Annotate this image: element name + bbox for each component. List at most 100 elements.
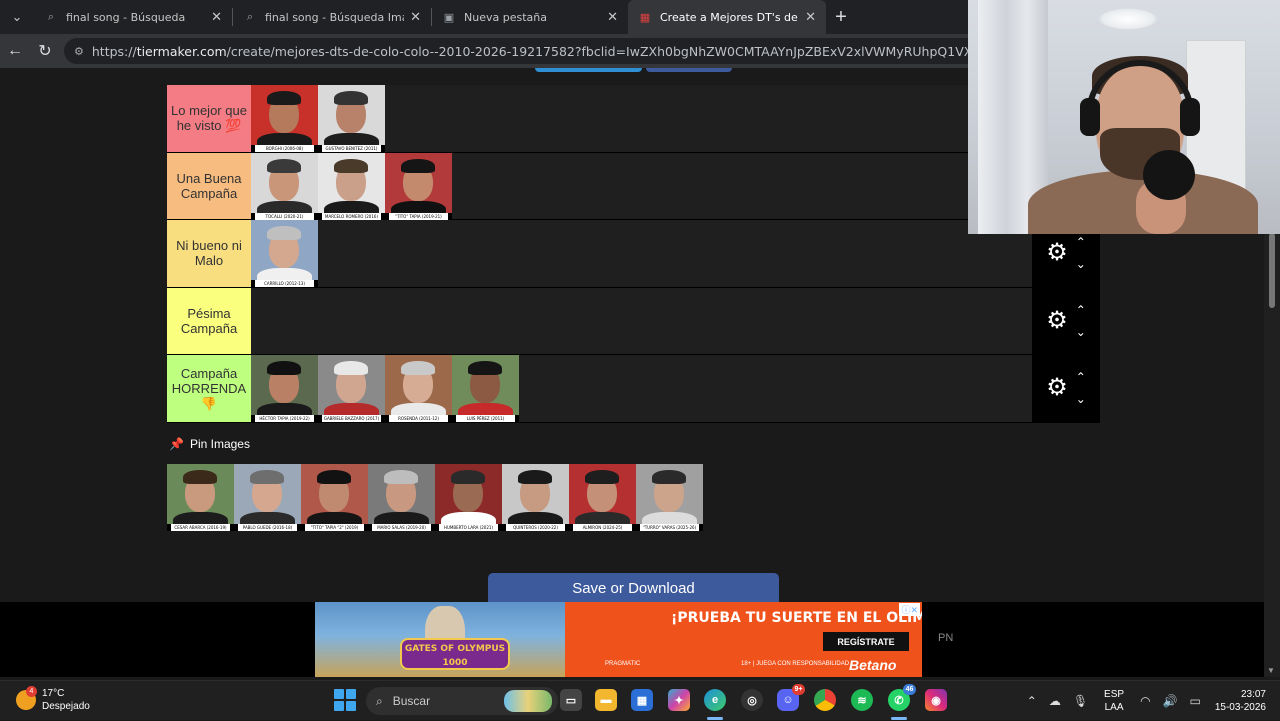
file-explorer-icon[interactable]: ▬ (595, 689, 617, 711)
close-tab-icon[interactable]: ✕ (607, 10, 618, 25)
obs-icon[interactable]: ◎ (741, 689, 763, 711)
coach-caption: MARCELO ROMERO (2016) (318, 212, 385, 220)
chevron-up-icon[interactable]: ⌃ (1076, 304, 1086, 316)
browser-tab-3[interactable]: ▣ Nueva pestaña ✕ (432, 0, 628, 34)
copilot-icon[interactable]: ✦ (668, 689, 690, 711)
windows-start-icon[interactable] (334, 689, 356, 711)
pin-images-header: 📌 Pin Images (169, 437, 250, 451)
coach-image-card[interactable]: GABRIELE BAZZARO (2017) (318, 355, 385, 422)
save-or-download-button[interactable]: Save or Download (488, 573, 779, 602)
coach-caption: HÉCTOR TAPIA (2019-22) (251, 415, 318, 422)
coach-image-card[interactable]: "TITO" TAPIA "2" (2019) (301, 464, 368, 531)
whatsapp-icon[interactable]: ✆ 46 (888, 684, 916, 711)
weather-badge: 4 (26, 686, 37, 697)
search-icon: ⌕ (246, 10, 254, 23)
pin-images-title: Pin Images (189, 437, 250, 451)
coach-image-card[interactable]: PABLO GUEDE (2016-18) (234, 464, 301, 531)
page-icon: ▣ (443, 10, 455, 24)
coach-image-card[interactable]: GUSTAVO BENITEZ (2011) (318, 85, 385, 152)
chrome-icon[interactable] (814, 689, 836, 711)
photo-hair (451, 470, 485, 484)
onedrive-cloud-icon[interactable]: ☁ (1049, 694, 1061, 708)
tab-search-dropdown-icon[interactable]: ⌄ (0, 0, 34, 34)
coach-image-card[interactable]: MARCELO ROMERO (2016) (318, 152, 385, 220)
coach-image-card[interactable]: "TITO" TAPIA (2019-21) (385, 152, 452, 220)
url-input[interactable]: ⚙ https://tiermaker.com/create/mejores-d… (64, 38, 1064, 64)
chevron-down-icon[interactable]: ⌄ (1076, 393, 1086, 405)
reload-icon[interactable]: ↻ (30, 41, 60, 61)
weather-widget[interactable]: 4 17°C Despejado (16, 686, 90, 713)
tier-items-dropzone[interactable] (251, 287, 1032, 354)
coach-image-card[interactable]: ALMIRON (2024-25) (569, 464, 636, 531)
chevron-down-icon[interactable]: ⌄ (1076, 326, 1086, 338)
ad-fine-print: 18+ | JUEGA CON RESPONSABILIDAD (741, 661, 850, 667)
chevron-up-icon[interactable]: ⌃ (1076, 371, 1086, 383)
gear-icon[interactable]: ⚙ (1046, 308, 1068, 333)
gear-icon[interactable]: ⚙ (1046, 376, 1068, 400)
top-button-edge[interactable] (646, 68, 732, 72)
wifi-icon[interactable]: ◠ (1140, 694, 1150, 708)
chevron-up-icon[interactable]: ⌃ (1027, 694, 1037, 708)
ad-brand: Betano (849, 657, 897, 673)
coach-image-card[interactable]: "TURRO" VARAS (2025-26) (636, 464, 703, 531)
coach-image-card[interactable]: TOCALLI (2020-21) (251, 152, 318, 220)
coach-image-card[interactable]: BORGHI (2006-08) (251, 85, 318, 152)
tier-row: Ni bueno ni Malo CARRILLO (2012-13) ⚙ ⌃ ⌄ (167, 220, 1100, 288)
tier-label[interactable]: Pésima Campaña (167, 287, 251, 354)
coach-image-card[interactable]: QUINTEROS (2020-22) (502, 464, 569, 531)
instagram-icon[interactable]: ◉ (925, 689, 947, 711)
tier-row: Campaña HORRENDA 👎 HÉCTOR TAPIA (2019-22)… (167, 355, 1100, 423)
tier-label[interactable]: Campaña HORRENDA 👎 (167, 355, 251, 422)
volume-icon[interactable]: 🔊 (1163, 694, 1178, 708)
task-view-icon[interactable]: ▭ (560, 689, 582, 711)
browser-tab-1[interactable]: ⌕ final song - Búsqueda ✕ (34, 0, 232, 34)
coach-image-card[interactable]: HUMBERTO LARA (2021) (435, 464, 502, 531)
discord-icon[interactable]: ☺ 9+ (777, 684, 805, 711)
browser-tab-4-active[interactable]: ▦ Create a Mejores DT's de Colo-Colo ✕ (628, 0, 826, 34)
clock[interactable]: 23:07 15-03-2026 (1215, 688, 1266, 714)
close-tab-icon[interactable]: ✕ (805, 10, 816, 25)
ad-label: PN (938, 632, 954, 644)
browser-tab-2[interactable]: ⌕ final song - Búsqueda Imágenes ✕ (233, 0, 431, 34)
chevron-up-icon[interactable]: ⌃ (1076, 236, 1086, 248)
ad-register-button[interactable]: REGÍSTRATE (823, 632, 909, 651)
ad-info-close-icon[interactable]: ⓘ✕ (899, 603, 920, 616)
tier-label[interactable]: Una Buena Campaña (167, 152, 251, 219)
betano-ad-banner[interactable]: GATES OF OLYMPUS 1000 PRAGMATIC ¡PRUEBA … (315, 602, 922, 677)
microphone-icon[interactable]: 🎙 (1073, 694, 1088, 708)
coach-image-card[interactable]: ROSENDA (2011-12) (385, 355, 452, 422)
coach-caption: MARIO SALAS (2019-20) (368, 524, 435, 531)
scrollbar-thumb[interactable] (1269, 233, 1275, 308)
language-indicator[interactable]: ESP LAA (1104, 688, 1124, 714)
coach-image-card[interactable]: MARIO SALAS (2019-20) (368, 464, 435, 531)
coach-caption: CARRILLO (2012-13) (251, 280, 318, 287)
ad-artwork: GATES OF OLYMPUS 1000 (315, 602, 565, 677)
taskbar-search-input[interactable]: ⌕ Buscar (366, 687, 558, 715)
battery-icon[interactable]: ▭ (1190, 694, 1201, 708)
photo-hair (267, 361, 301, 375)
back-arrow-icon[interactable]: ← (0, 42, 30, 60)
tier-items-dropzone[interactable]: CARRILLO (2012-13) (251, 220, 1032, 287)
new-tab-icon[interactable]: + (826, 6, 856, 29)
spotify-icon[interactable]: ≋ (851, 689, 873, 711)
close-tab-icon[interactable]: ✕ (410, 10, 421, 25)
gear-icon[interactable]: ⚙ (1046, 241, 1068, 265)
coach-image-card[interactable]: CESAR ABARCA (2016-19) (167, 464, 234, 531)
edge-browser-icon[interactable]: e (704, 689, 726, 711)
top-button-edge[interactable] (535, 68, 642, 72)
microsoft-store-icon[interactable]: ▦ (631, 689, 653, 711)
headset-earcup (1180, 98, 1200, 136)
coach-image-card[interactable]: HÉCTOR TAPIA (2019-22) (251, 355, 318, 422)
site-info-icon[interactable]: ⚙ (74, 45, 84, 58)
tier-label[interactable]: Lo mejor que he visto 💯 (167, 85, 251, 152)
coach-image-card[interactable]: LUIS PÉREZ (2011) (452, 355, 519, 422)
tier-items-dropzone[interactable]: HÉCTOR TAPIA (2019-22) GABRIELE BAZZARO (… (251, 355, 1032, 422)
photo-hair (267, 158, 301, 173)
coach-caption: LUIS PÉREZ (2011) (452, 415, 519, 422)
scroll-down-icon[interactable]: ▼ (1267, 666, 1275, 675)
coach-caption: GABRIELE BAZZARO (2017) (318, 415, 385, 422)
tier-label[interactable]: Ni bueno ni Malo (167, 220, 251, 287)
coach-image-card[interactable]: CARRILLO (2012-13) (251, 220, 318, 287)
chevron-down-icon[interactable]: ⌄ (1076, 258, 1086, 270)
close-tab-icon[interactable]: ✕ (211, 10, 222, 25)
